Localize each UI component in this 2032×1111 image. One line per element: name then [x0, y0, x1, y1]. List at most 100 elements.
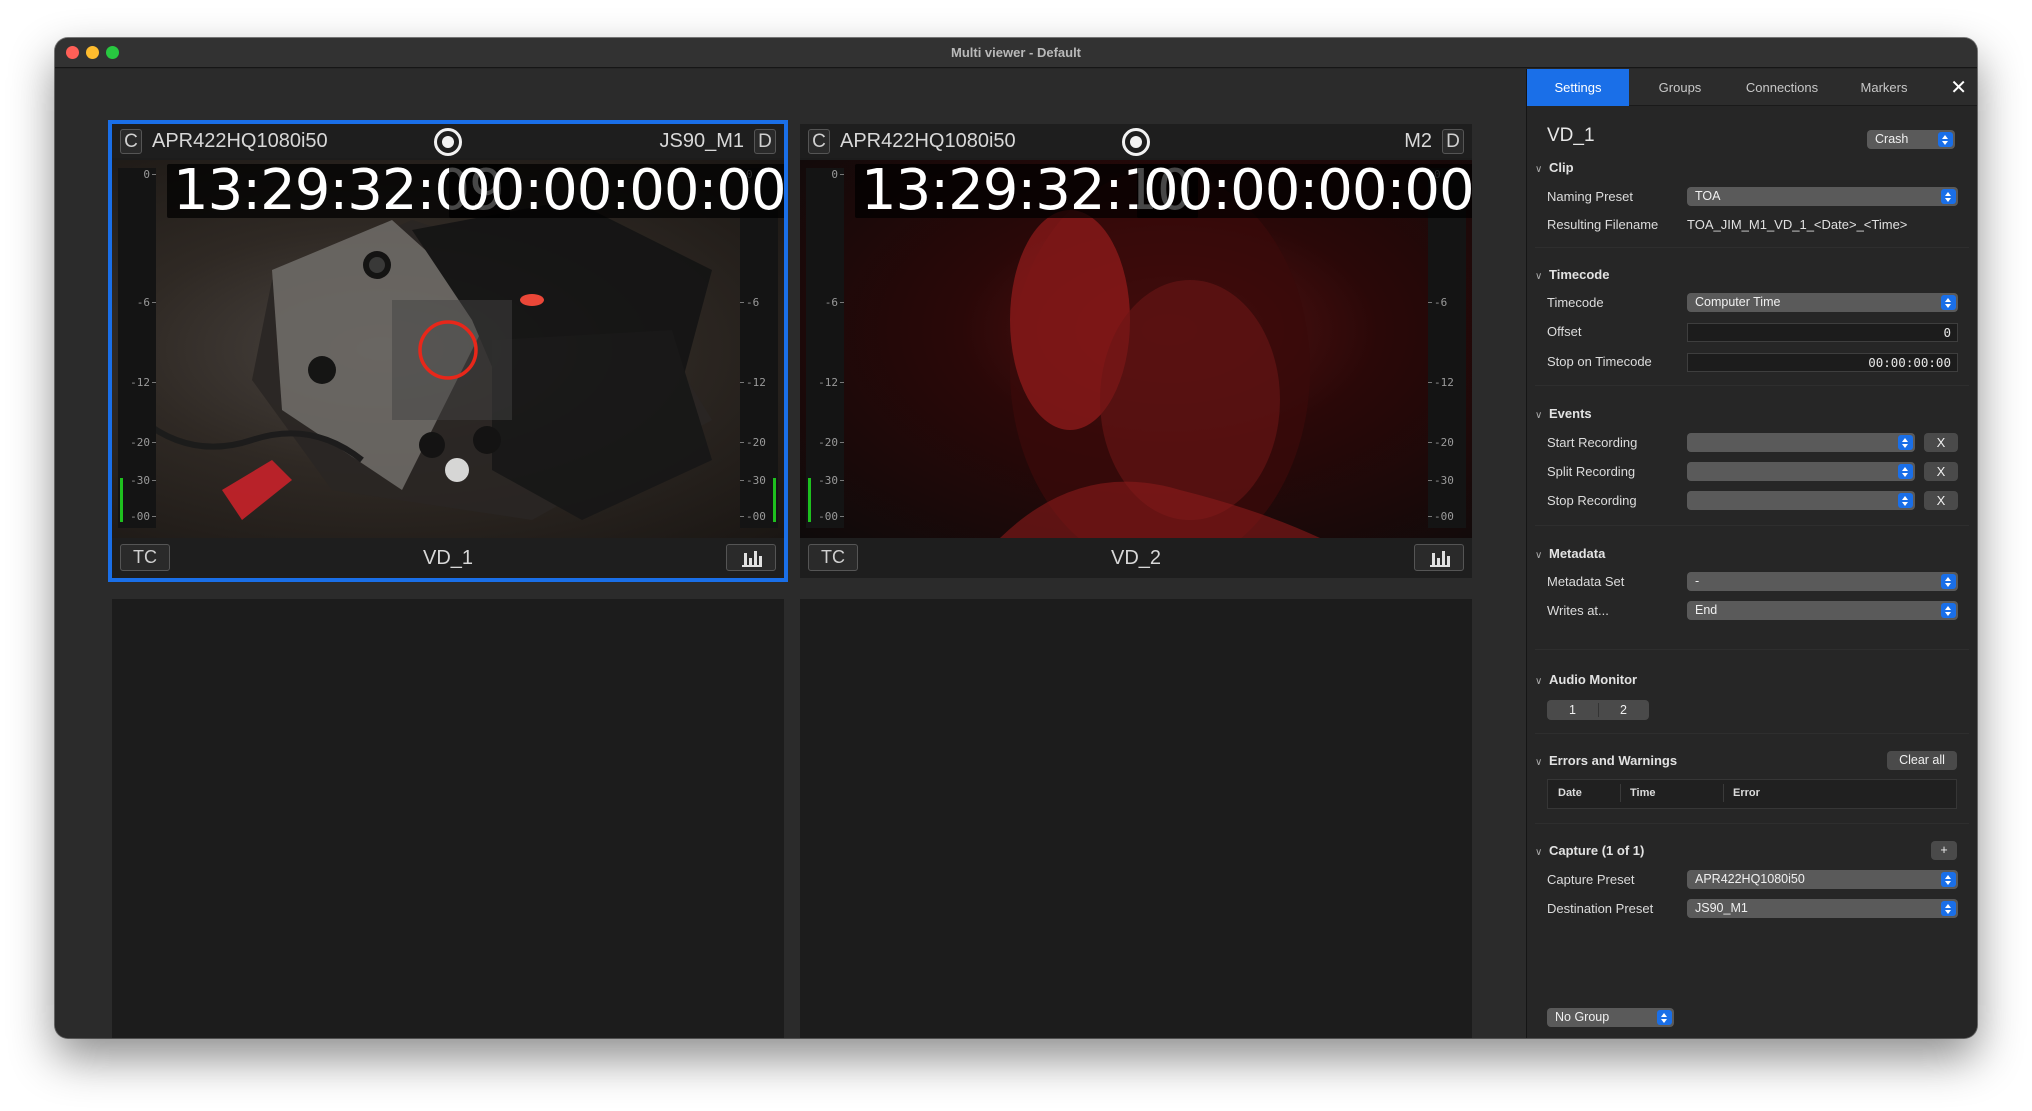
title-bar: Multi viewer - Default: [55, 38, 1977, 68]
meter-level: [120, 478, 123, 522]
tab-markers[interactable]: Markers: [1833, 69, 1935, 106]
record-button[interactable]: [1122, 128, 1150, 156]
destination-label: M2: [1404, 130, 1432, 152]
chevron-down-icon: ∨: [1535, 410, 1543, 421]
section-events[interactable]: ∨ Events: [1535, 406, 1592, 421]
audio-meter-button[interactable]: [726, 544, 776, 571]
offset-label: Offset: [1547, 324, 1582, 339]
capture-preset-popup[interactable]: APR422HQ1080i50: [1687, 870, 1958, 889]
stop-recording-label: Stop Recording: [1547, 493, 1637, 508]
destination-label: JS90_M1: [659, 130, 745, 152]
naming-preset-label: Naming Preset: [1547, 189, 1633, 204]
settings-sidebar: Settings Groups Connections Markers ✕ VD…: [1526, 69, 1977, 1038]
duration-display: 00:00:00:00: [1137, 163, 1472, 219]
capture-preset-label: APR422HQ1080i50: [152, 130, 328, 152]
chevron-down-icon: ∨: [1535, 164, 1543, 175]
viewer-panel-2[interactable]: C APR422HQ1080i50 M2 D 0 -6 -12 -20 -30 …: [800, 124, 1472, 578]
clear-start-recording-button[interactable]: X: [1924, 433, 1958, 452]
chevron-updown-icon: [1941, 295, 1956, 310]
stop-recording-popup[interactable]: [1687, 491, 1915, 510]
stop-on-timecode-label: Stop on Timecode: [1547, 354, 1652, 369]
metadata-set-label: Metadata Set: [1547, 574, 1625, 589]
sidebar-tabs: Settings Groups Connections Markers ✕: [1527, 69, 1977, 106]
audio-meter-button[interactable]: [1414, 544, 1464, 571]
naming-preset-popup[interactable]: TOA: [1687, 187, 1958, 206]
destination-preset-popup[interactable]: JS90_M1: [1687, 899, 1958, 918]
destination-badge[interactable]: D: [1442, 129, 1464, 154]
tab-connections[interactable]: Connections: [1731, 69, 1833, 106]
cue-badge[interactable]: C: [808, 129, 830, 154]
multi-viewer-window: Multi viewer - Default C APR422HQ1080i50…: [55, 38, 1977, 1038]
close-icon[interactable]: ✕: [1950, 75, 1967, 100]
timecode-source-popup[interactable]: Computer Time: [1687, 293, 1958, 312]
chevron-updown-icon: [1941, 574, 1956, 589]
chevron-down-icon: ∨: [1535, 676, 1543, 687]
clip-name: VD_1: [422, 547, 474, 569]
group-popup[interactable]: No Group: [1547, 1008, 1674, 1027]
bar-chart-icon: [1430, 551, 1450, 567]
chevron-updown-icon: [1941, 603, 1956, 618]
chevron-down-icon: ∨: [1535, 757, 1543, 768]
split-recording-popup[interactable]: [1687, 462, 1915, 481]
column-date[interactable]: Date: [1558, 787, 1582, 799]
audio-meter-left: 0 -6 -12 -20 -30 -00: [118, 168, 157, 528]
viewer-header: C APR422HQ1080i50 M2 D: [800, 124, 1472, 158]
section-timecode[interactable]: ∨ Timecode: [1535, 267, 1609, 282]
tab-groups[interactable]: Groups: [1629, 69, 1731, 106]
viewer-header: C APR422HQ1080i50 JS90_M1 D: [112, 124, 784, 158]
viewer-panel-1[interactable]: C APR422HQ1080i50 JS90_M1 D 0 -6 -12 -20…: [108, 120, 788, 582]
column-time[interactable]: Time: [1630, 787, 1655, 799]
capture-preset-label: Capture Preset: [1547, 872, 1635, 887]
viewer-grid: C APR422HQ1080i50 JS90_M1 D 0 -6 -12 -20…: [55, 69, 1526, 1038]
chevron-updown-icon: [1941, 189, 1956, 204]
chevron-down-icon: ∨: [1535, 550, 1543, 561]
offset-field[interactable]: 0: [1687, 323, 1958, 342]
meter-level: [808, 478, 811, 522]
resulting-filename-value: TOA_JIM_M1_VD_1_<Date>_<Time>: [1687, 217, 1908, 232]
destination-preset-label: Destination Preset: [1547, 901, 1654, 916]
empty-viewer-slot-4[interactable]: [800, 599, 1472, 1038]
section-capture[interactable]: ∨ Capture (1 of 1): [1535, 843, 1644, 858]
mode-popup[interactable]: Crash: [1867, 130, 1955, 149]
section-metadata[interactable]: ∨ Metadata: [1535, 546, 1605, 561]
add-capture-button[interactable]: +: [1931, 841, 1957, 860]
duration-display: 00:00:00:00: [449, 163, 784, 219]
destination-badge[interactable]: D: [754, 129, 776, 154]
writes-at-popup[interactable]: End: [1687, 601, 1958, 620]
section-errors-and-warnings[interactable]: ∨ Errors and Warnings: [1535, 753, 1677, 768]
column-error[interactable]: Error: [1733, 787, 1760, 799]
chevron-updown-icon: [1941, 872, 1956, 887]
clear-all-button[interactable]: Clear all: [1887, 751, 1957, 770]
resulting-filename-label: Resulting Filename: [1547, 217, 1659, 232]
metadata-set-popup[interactable]: -: [1687, 572, 1958, 591]
video-preview: 0 -6 -12 -20 -30 -00 0 -6 -12 -20 -30 -0…: [800, 160, 1472, 538]
section-clip[interactable]: ∨ Clip: [1535, 160, 1574, 175]
bar-chart-icon: [742, 551, 762, 567]
timecode-label: Timecode: [1547, 295, 1604, 310]
chevron-updown-icon: [1898, 464, 1913, 479]
chevron-down-icon: ∨: [1535, 847, 1543, 858]
clear-split-recording-button[interactable]: X: [1924, 462, 1958, 481]
clip-name: VD_2: [1110, 547, 1162, 569]
cue-badge[interactable]: C: [120, 129, 142, 154]
selected-viewer-title: VD_1: [1547, 125, 1595, 146]
tab-settings[interactable]: Settings: [1527, 69, 1629, 106]
video-preview: 0 -6 -12 -20 -30 -00 0 -6 -12 -20 -30 -0…: [112, 160, 784, 538]
chevron-updown-icon: [1898, 435, 1913, 450]
section-audio-monitor[interactable]: ∨ Audio Monitor: [1535, 672, 1637, 687]
start-recording-popup[interactable]: [1687, 433, 1915, 452]
stop-on-timecode-field[interactable]: 00:00:00:00: [1687, 353, 1958, 372]
chevron-down-icon: ∨: [1535, 271, 1543, 282]
audio-meter-left: 0 -6 -12 -20 -30 -00: [806, 168, 845, 528]
viewer-footer: TC VD_2: [800, 538, 1472, 578]
start-recording-label: Start Recording: [1547, 435, 1638, 450]
chevron-updown-icon: [1941, 901, 1956, 916]
record-button[interactable]: [434, 128, 462, 156]
clear-stop-recording-button[interactable]: X: [1924, 491, 1958, 510]
writes-at-label: Writes at...: [1547, 603, 1609, 618]
empty-viewer-slot-3[interactable]: [112, 599, 784, 1038]
audio-monitor-channel-selector: 1 2: [1547, 700, 1649, 720]
audio-channel-2[interactable]: 2: [1598, 700, 1649, 720]
viewer-footer: TC VD_1: [112, 538, 784, 578]
audio-channel-1[interactable]: 1: [1547, 700, 1598, 720]
